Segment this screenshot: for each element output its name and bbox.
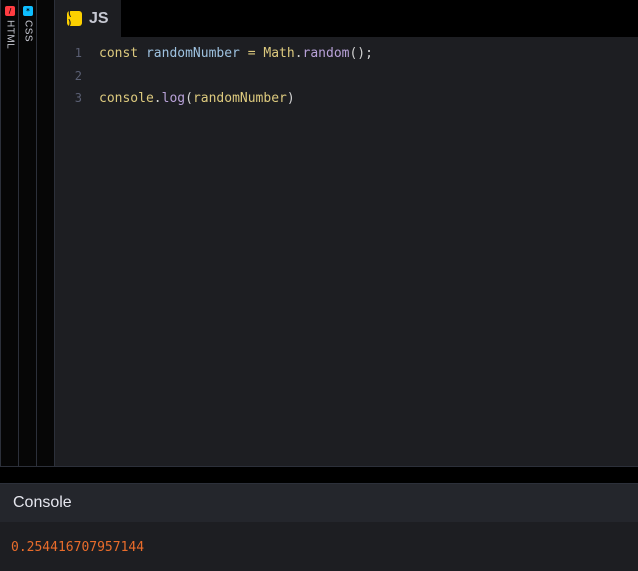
console-output-line: 0.254416707957144 <box>11 540 145 555</box>
line-number: 3 <box>74 91 82 106</box>
code-dot: . <box>153 90 162 106</box>
line-number: 2 <box>74 68 82 83</box>
code-punctuation: (); <box>349 45 373 61</box>
html-panel-label: HTML <box>4 20 16 50</box>
code-keyword: const <box>99 45 139 61</box>
js-editor-panel: ( ) JS 1 const randomNumber = Math. rando… <box>55 0 638 466</box>
console-header: Console <box>0 484 638 522</box>
css-panel-collapsed[interactable]: * CSS <box>19 0 37 466</box>
tab-js[interactable]: ( ) JS <box>55 0 121 37</box>
html-panel-tab[interactable]: / HTML <box>4 6 16 49</box>
html-icon: / <box>5 6 15 16</box>
codepen-editor: / HTML * CSS ( ) JS 1 const randomNumber… <box>0 0 638 571</box>
js-icon: ( ) <box>67 9 82 29</box>
code-line: 3 console. log(randomNumber) <box>55 87 638 110</box>
css-panel-label: CSS <box>22 20 34 43</box>
code-dot: . <box>294 45 303 61</box>
console-body: 0.254416707957144 <box>0 522 638 571</box>
line-number: 1 <box>74 46 82 61</box>
code-paren-open: ( <box>185 90 193 106</box>
console-resize-handle[interactable] <box>0 466 638 484</box>
code-variable: randomNumber <box>145 45 240 61</box>
code-object: console <box>99 90 154 106</box>
css-icon: * <box>23 6 33 16</box>
code-argument: randomNumber <box>192 90 287 106</box>
code-paren-close: ) <box>286 90 295 106</box>
code-object: Math <box>263 45 295 61</box>
panel-divider[interactable] <box>37 0 55 466</box>
html-panel-collapsed[interactable]: / HTML <box>0 0 19 466</box>
code-method: log <box>161 90 186 106</box>
tab-js-label: JS <box>89 9 109 27</box>
code-editor[interactable]: 1 const randomNumber = Math. random (); 2 … <box>55 37 638 466</box>
code-line: 2 <box>55 65 638 88</box>
code-line: 1 const randomNumber = Math. random (); <box>55 42 638 65</box>
console-title: Console <box>13 494 72 511</box>
editor-tab-bar: ( ) JS <box>55 0 638 37</box>
css-panel-tab[interactable]: * CSS <box>22 6 34 42</box>
code-operator: = <box>247 45 256 61</box>
code-method: random <box>302 45 350 61</box>
